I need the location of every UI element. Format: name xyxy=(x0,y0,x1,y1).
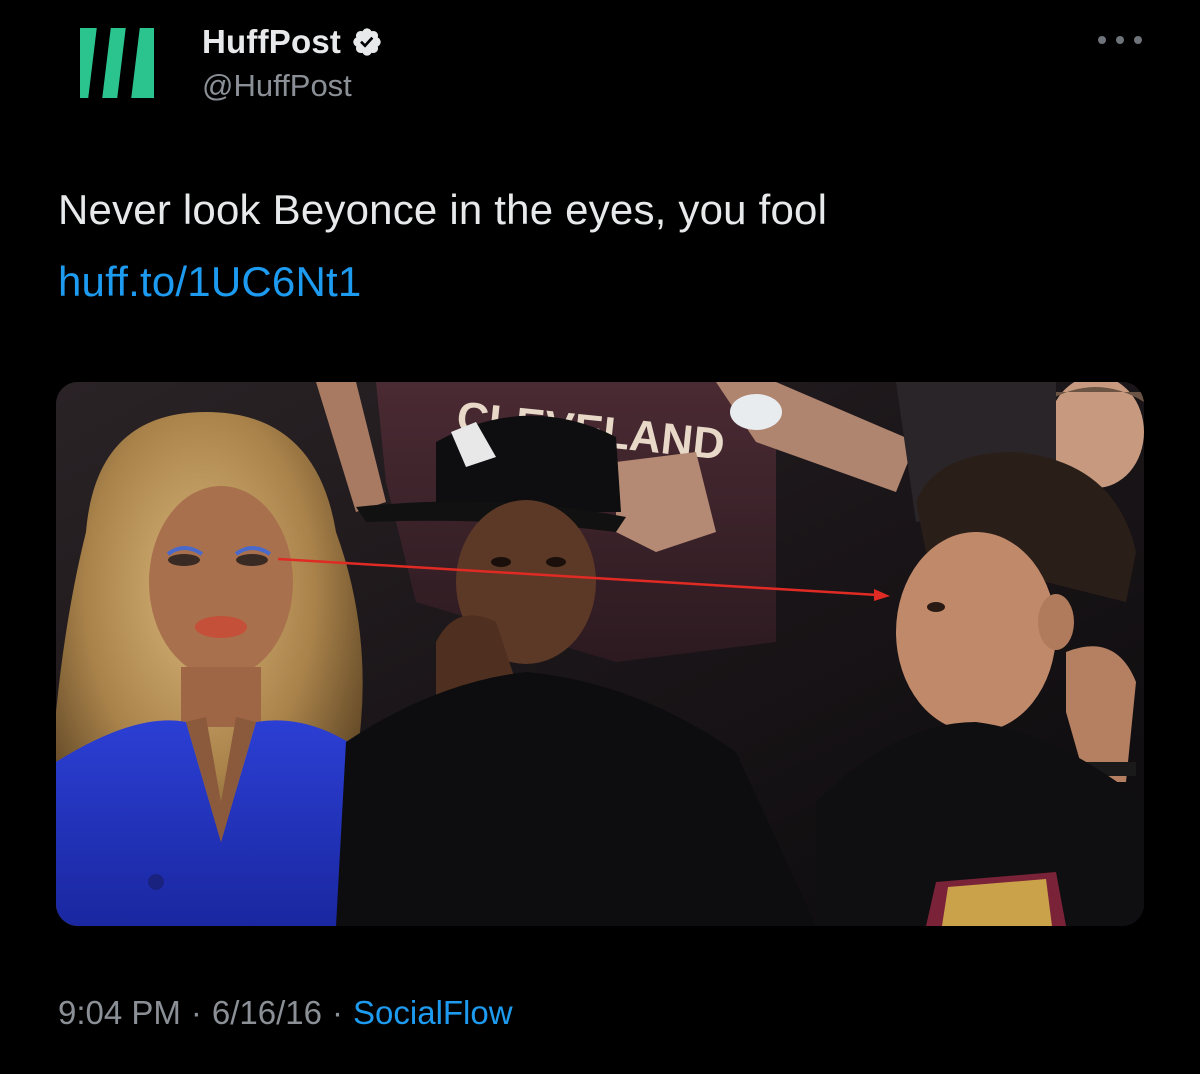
dot xyxy=(1116,36,1124,44)
dot xyxy=(1134,36,1142,44)
author-handle[interactable]: @HuffPost xyxy=(202,68,383,104)
verified-badge-icon xyxy=(351,26,383,58)
more-options-icon[interactable] xyxy=(1098,30,1142,50)
author-display-name[interactable]: HuffPost xyxy=(202,23,341,61)
dot xyxy=(1098,36,1106,44)
photo-illustration: CLEVELAND xyxy=(56,382,1144,926)
tweet-time[interactable]: 9:04 PM xyxy=(58,994,181,1032)
tweet-photo[interactable]: CLEVELAND xyxy=(56,382,1144,926)
tweet-author[interactable]: HuffPost @HuffPost xyxy=(202,22,383,104)
separator: · xyxy=(332,994,344,1031)
tweet-link[interactable]: huff.to/1UC6Nt1 xyxy=(58,258,361,306)
huffpost-logo-icon[interactable] xyxy=(80,26,154,100)
tweet-meta: 9:04 PM · 6/16/16 · SocialFlow xyxy=(58,994,513,1032)
tweet-source-link[interactable]: SocialFlow xyxy=(353,994,513,1032)
separator: · xyxy=(190,994,202,1031)
tweet-text: Never look Beyonce in the eyes, you fool xyxy=(58,186,828,233)
tweet-date[interactable]: 6/16/16 xyxy=(212,994,322,1032)
